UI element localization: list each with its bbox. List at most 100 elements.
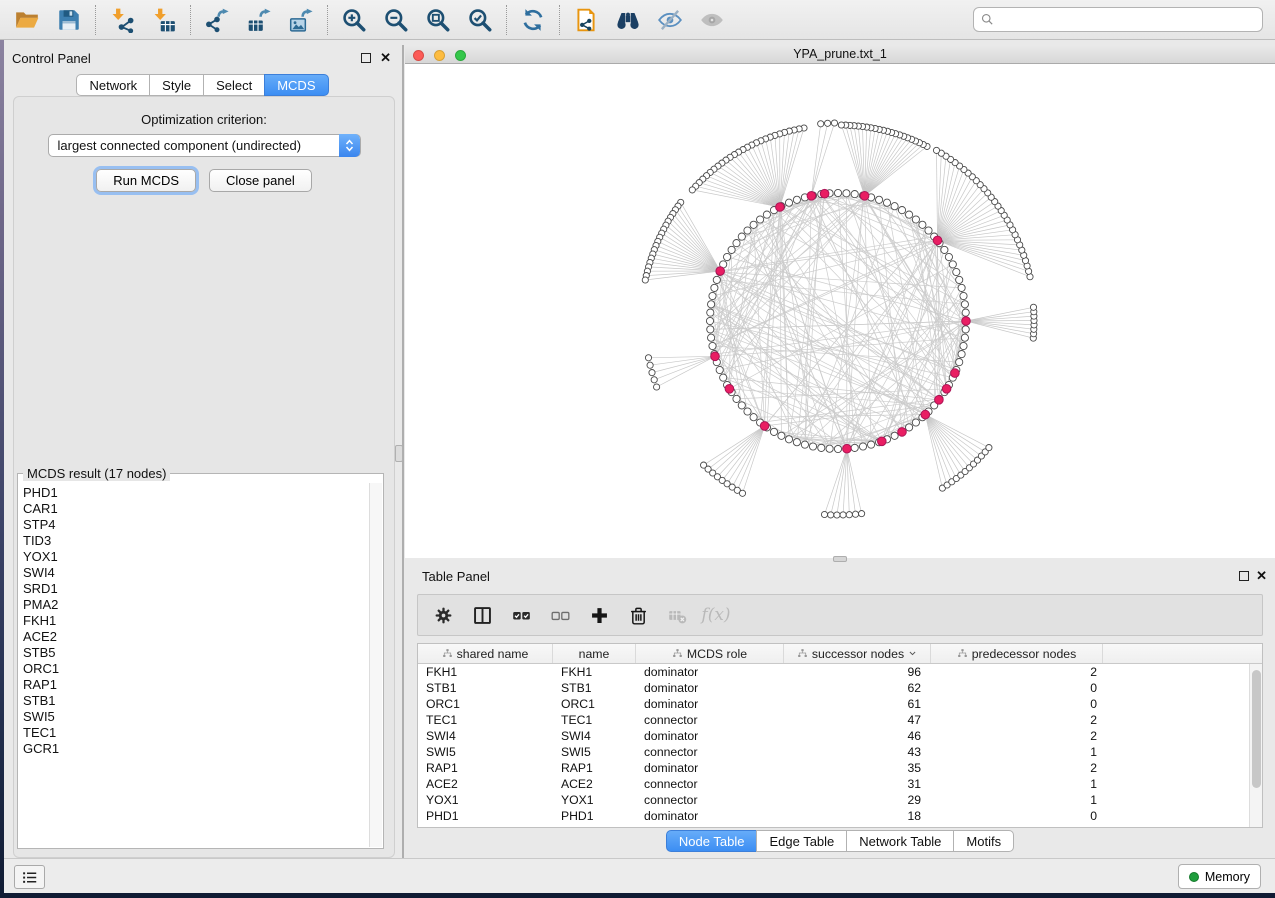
zoom-fit-button[interactable]: [417, 3, 459, 37]
cell: STB1: [418, 681, 553, 695]
tab-network-table[interactable]: Network Table: [846, 830, 954, 852]
eye-icon: [699, 7, 725, 33]
tab-select[interactable]: Select: [203, 74, 265, 96]
create-column-button[interactable]: [584, 599, 614, 631]
cell: SWI4: [553, 729, 636, 743]
memory-button[interactable]: Memory: [1178, 864, 1261, 889]
export-table-button[interactable]: [238, 3, 280, 37]
column-header-successor-nodes[interactable]: successor nodes: [784, 644, 931, 663]
mcds-result-item[interactable]: ORC1: [23, 661, 368, 677]
column-header-mcds-role[interactable]: MCDS role: [636, 644, 784, 663]
export-image-button[interactable]: [280, 3, 322, 37]
table-row[interactable]: YOX1YOX1connector291: [418, 792, 1262, 808]
apply-layout-button[interactable]: [512, 3, 554, 37]
plus-icon: [589, 605, 610, 626]
open-file-button[interactable]: [6, 3, 48, 37]
table-scrollbar[interactable]: [1249, 664, 1262, 827]
table-row[interactable]: SWI4SWI4dominator462: [418, 728, 1262, 744]
mcds-result-item[interactable]: STB1: [23, 693, 368, 709]
delete-columns-button[interactable]: [623, 599, 653, 631]
tab-node-table[interactable]: Node Table: [666, 830, 758, 852]
cell: 1: [931, 745, 1103, 759]
network-from-selection-button[interactable]: [565, 3, 607, 37]
find-button[interactable]: [607, 3, 649, 37]
search-box[interactable]: [973, 7, 1263, 32]
result-scrollbar[interactable]: [369, 483, 382, 847]
show-columns-button[interactable]: [467, 599, 497, 631]
table-row[interactable]: RAP1RAP1dominator352: [418, 760, 1262, 776]
close-panel-icon[interactable]: ✕: [380, 50, 391, 66]
network-window-titlebar[interactable]: YPA_prune.txt_1: [405, 45, 1275, 64]
mcds-result-item[interactable]: GCR1: [23, 741, 368, 757]
export-network-button[interactable]: [196, 3, 238, 37]
mcds-result-item[interactable]: TEC1: [23, 725, 368, 741]
mcds-result-item[interactable]: STB5: [23, 645, 368, 661]
mcds-result-item[interactable]: FKH1: [23, 613, 368, 629]
splitter-grip[interactable]: [395, 445, 403, 462]
cell: YOX1: [418, 793, 553, 807]
cell: PHD1: [553, 809, 636, 823]
vertical-splitter[interactable]: [402, 45, 404, 858]
column-header-predecessor-nodes[interactable]: predecessor nodes: [931, 644, 1103, 663]
zoom-in-button[interactable]: [333, 3, 375, 37]
network-canvas[interactable]: [405, 64, 1275, 558]
cell: connector: [636, 793, 784, 807]
mcds-result-item[interactable]: RAP1: [23, 677, 368, 693]
network-graph[interactable]: [405, 64, 1275, 558]
mcds-result-item[interactable]: SWI4: [23, 565, 368, 581]
deselect-all-button[interactable]: [545, 599, 575, 631]
status-bar: Memory: [4, 858, 1275, 893]
run-mcds-button[interactable]: Run MCDS: [96, 169, 196, 192]
select-all-button[interactable]: [506, 599, 536, 631]
table-row[interactable]: SWI5SWI5connector431: [418, 744, 1262, 760]
mcds-result-item[interactable]: STP4: [23, 517, 368, 533]
mcds-result-item[interactable]: CAR1: [23, 501, 368, 517]
table-row[interactable]: FKH1FKH1dominator962: [418, 664, 1262, 680]
table-row[interactable]: ACE2ACE2connector311: [418, 776, 1262, 792]
scrollbar-thumb[interactable]: [1252, 670, 1261, 788]
column-header-name[interactable]: name: [553, 644, 636, 663]
panel-list-button[interactable]: [14, 865, 45, 889]
table-body: FKH1FKH1dominator962STB1STB1dominator620…: [418, 664, 1262, 824]
tab-mcds[interactable]: MCDS: [264, 74, 328, 96]
mcds-result-item[interactable]: SRD1: [23, 581, 368, 597]
zoom-selected-button[interactable]: [459, 3, 501, 37]
tab-motifs[interactable]: Motifs: [953, 830, 1014, 852]
mcds-result-item[interactable]: PMA2: [23, 597, 368, 613]
mcds-tab-panel: Optimization criterion: largest connecte…: [13, 96, 395, 858]
table-row[interactable]: ORC1ORC1dominator610: [418, 696, 1262, 712]
cell: ORC1: [418, 697, 553, 711]
mcds-result-list[interactable]: PHD1CAR1STP4TID3YOX1SWI4SRD1PMA2FKH1ACE2…: [19, 483, 368, 847]
tab-style[interactable]: Style: [149, 74, 204, 96]
table-tabs: Node TableEdge TableNetwork TableMotifs: [405, 830, 1275, 852]
close-panel-button[interactable]: Close panel: [209, 169, 312, 192]
zoom-out-button[interactable]: [375, 3, 417, 37]
search-input[interactable]: [995, 12, 1256, 27]
table-panel-close-icon[interactable]: ✕: [1256, 568, 1267, 584]
mcds-result-item[interactable]: TID3: [23, 533, 368, 549]
control-panel: Control Panel ✕ NetworkStyleSelectMCDS O…: [4, 45, 401, 858]
toolbar-separator: [559, 5, 560, 35]
mcds-result-item[interactable]: PHD1: [23, 485, 368, 501]
tab-network[interactable]: Network: [76, 74, 150, 96]
cell: dominator: [636, 809, 784, 823]
save-session-button[interactable]: [48, 3, 90, 37]
float-panel-icon[interactable]: [361, 53, 371, 63]
import-network-button[interactable]: [101, 3, 143, 37]
hide-selection-button[interactable]: [649, 3, 691, 37]
table-row[interactable]: PHD1PHD1dominator180: [418, 808, 1262, 824]
cell: 29: [784, 793, 931, 807]
search-icon: [980, 12, 995, 27]
column-header-shared-name[interactable]: shared name: [418, 644, 553, 663]
table-settings-button[interactable]: [428, 599, 458, 631]
table-row[interactable]: STB1STB1dominator620: [418, 680, 1262, 696]
mcds-result-item[interactable]: SWI5: [23, 709, 368, 725]
mcds-result-item[interactable]: YOX1: [23, 549, 368, 565]
mcds-result-item[interactable]: ACE2: [23, 629, 368, 645]
cell: 96: [784, 665, 931, 679]
table-panel-float-icon[interactable]: [1239, 571, 1249, 581]
table-row[interactable]: TEC1TEC1connector472: [418, 712, 1262, 728]
tab-edge-table[interactable]: Edge Table: [756, 830, 847, 852]
criterion-select[interactable]: largest connected component (undirected): [48, 134, 361, 157]
import-table-button[interactable]: [143, 3, 185, 37]
